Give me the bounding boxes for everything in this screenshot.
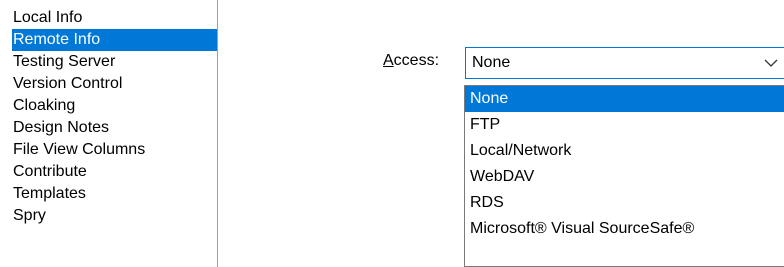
access-option-none[interactable]: None xyxy=(465,86,784,112)
category-item-file-view-columns[interactable]: File View Columns xyxy=(12,139,218,161)
category-item-version-control[interactable]: Version Control xyxy=(12,73,218,95)
category-item-remote-info[interactable]: Remote Info xyxy=(12,29,218,51)
category-item-testing-server[interactable]: Testing Server xyxy=(12,51,218,73)
category-item-design-notes[interactable]: Design Notes xyxy=(12,117,218,139)
category-item-templates[interactable]: Templates xyxy=(12,183,218,205)
chevron-down-icon xyxy=(764,59,778,67)
category-item-local-info[interactable]: Local Info xyxy=(12,7,218,29)
access-option-local-network[interactable]: Local/Network xyxy=(465,138,784,164)
access-select-value: None xyxy=(472,54,511,71)
access-option-ftp[interactable]: FTP xyxy=(465,112,784,138)
category-item-spry[interactable]: Spry xyxy=(12,205,218,227)
category-item-cloaking[interactable]: Cloaking xyxy=(12,95,218,117)
access-label: Access: xyxy=(383,50,439,72)
access-dropdown-list: None FTP Local/Network WebDAV RDS Micros… xyxy=(464,85,784,267)
access-option-webdav[interactable]: WebDAV xyxy=(465,164,784,190)
category-item-contribute[interactable]: Contribute xyxy=(12,161,218,183)
access-label-text: ccess: xyxy=(393,52,440,69)
access-option-visual-sourcesafe[interactable]: Microsoft® Visual SourceSafe® xyxy=(465,216,784,242)
access-label-mnemonic: A xyxy=(383,52,394,69)
panel-divider xyxy=(217,0,218,267)
category-list: Local Info Remote Info Testing Server Ve… xyxy=(12,7,218,227)
access-option-rds[interactable]: RDS xyxy=(465,190,784,216)
access-select[interactable]: None xyxy=(465,47,784,79)
